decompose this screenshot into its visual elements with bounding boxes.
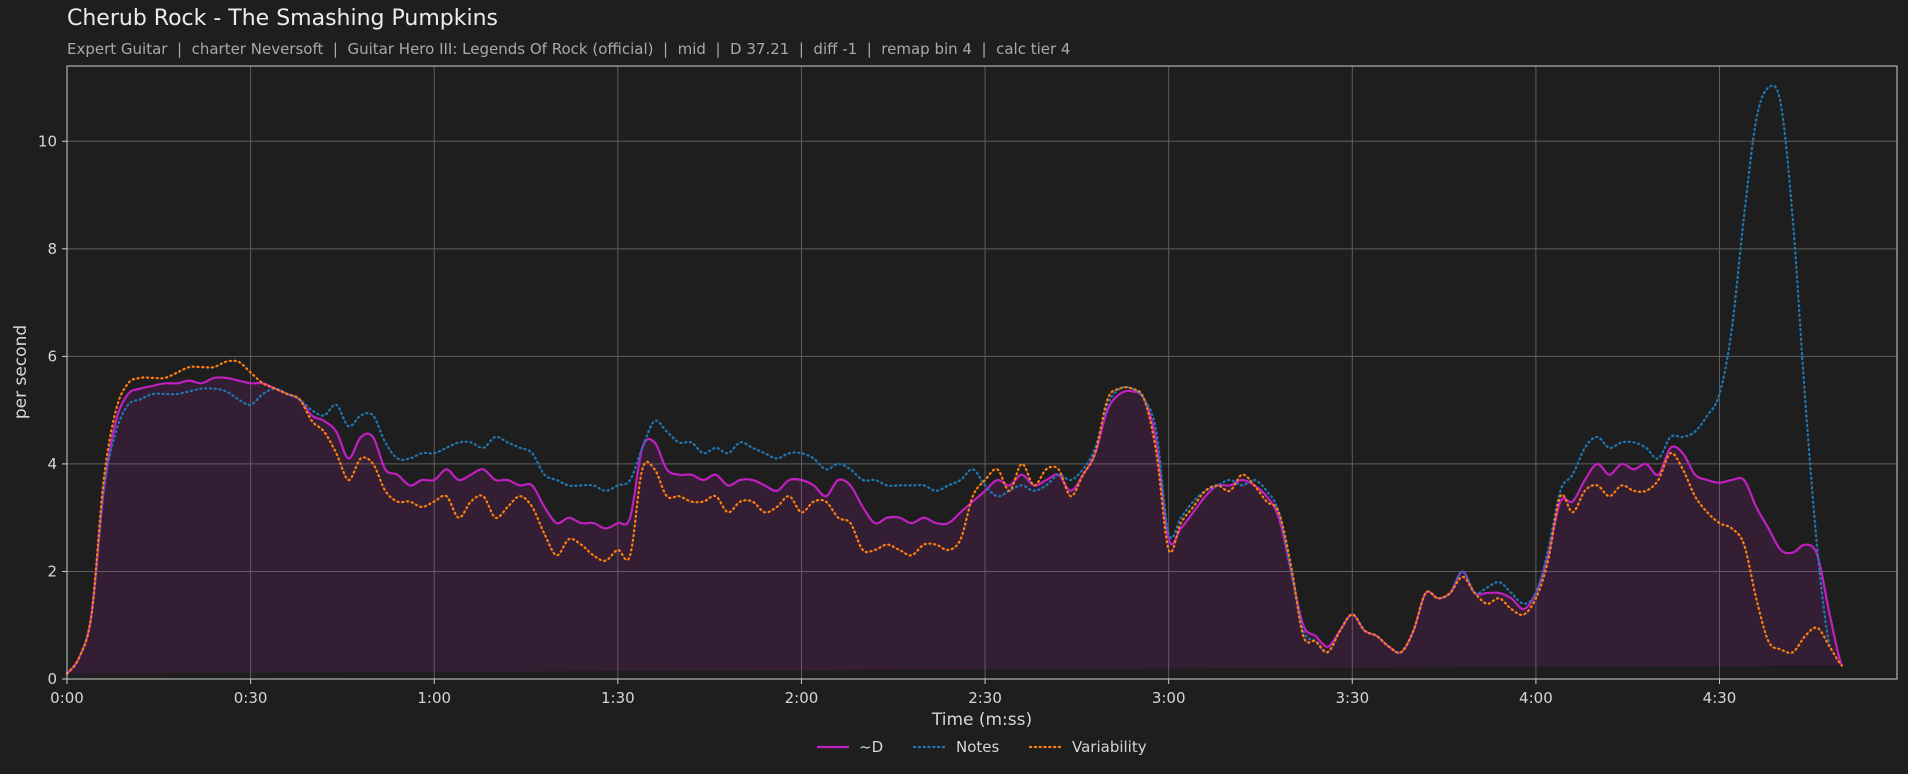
legend-label: Notes (956, 738, 1000, 756)
y-tick-label: 10 (38, 132, 57, 150)
x-tick-label: 1:00 (417, 689, 451, 707)
x-tick-label: 4:00 (1519, 689, 1553, 707)
x-tick-label: 2:00 (785, 689, 819, 707)
y-tick-label: 2 (47, 562, 57, 580)
series-area-d (67, 377, 1842, 674)
x-tick-label: 2:30 (968, 689, 1002, 707)
x-axis-label: Time (m:ss) (931, 710, 1032, 730)
y-tick-label: 8 (47, 240, 57, 258)
x-tick-label: 0:00 (50, 689, 84, 707)
y-tick-label: 4 (47, 455, 57, 473)
x-tick-label: 3:30 (1335, 689, 1369, 707)
x-tick-label: 0:30 (234, 689, 268, 707)
legend-label: ~D (859, 738, 883, 756)
series-layer (65, 84, 1843, 675)
x-tick-label: 3:00 (1152, 689, 1186, 707)
x-tick-label: 4:30 (1703, 689, 1737, 707)
y-tick-label: 6 (47, 347, 57, 365)
x-tick-label: 1:30 (601, 689, 635, 707)
legend-label: Variability (1072, 738, 1147, 756)
y-tick-label: 0 (47, 670, 57, 688)
chart-svg: 0:00 0:30 1:00 1:30 2:00 2:30 3:00 3:30 4:00 4:30… (11, 65, 1898, 756)
y-axis-label: per second (11, 325, 31, 419)
legend: ~D Notes Variability (817, 738, 1147, 756)
